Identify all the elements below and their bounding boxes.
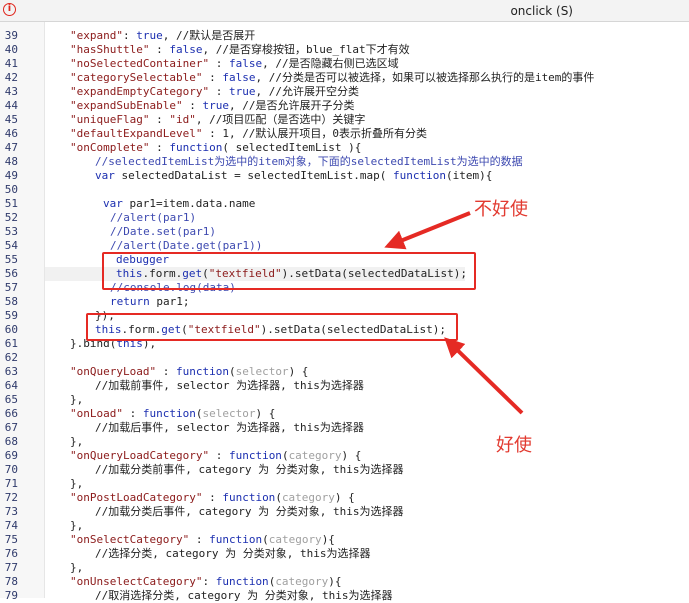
annotation-arrows [384,211,524,415]
annotation-working: 好使 [496,435,532,456]
arrow-to-not-working [384,211,471,250]
annotation-not-working: 不好使 [474,199,528,220]
arrow-to-working [444,337,524,415]
